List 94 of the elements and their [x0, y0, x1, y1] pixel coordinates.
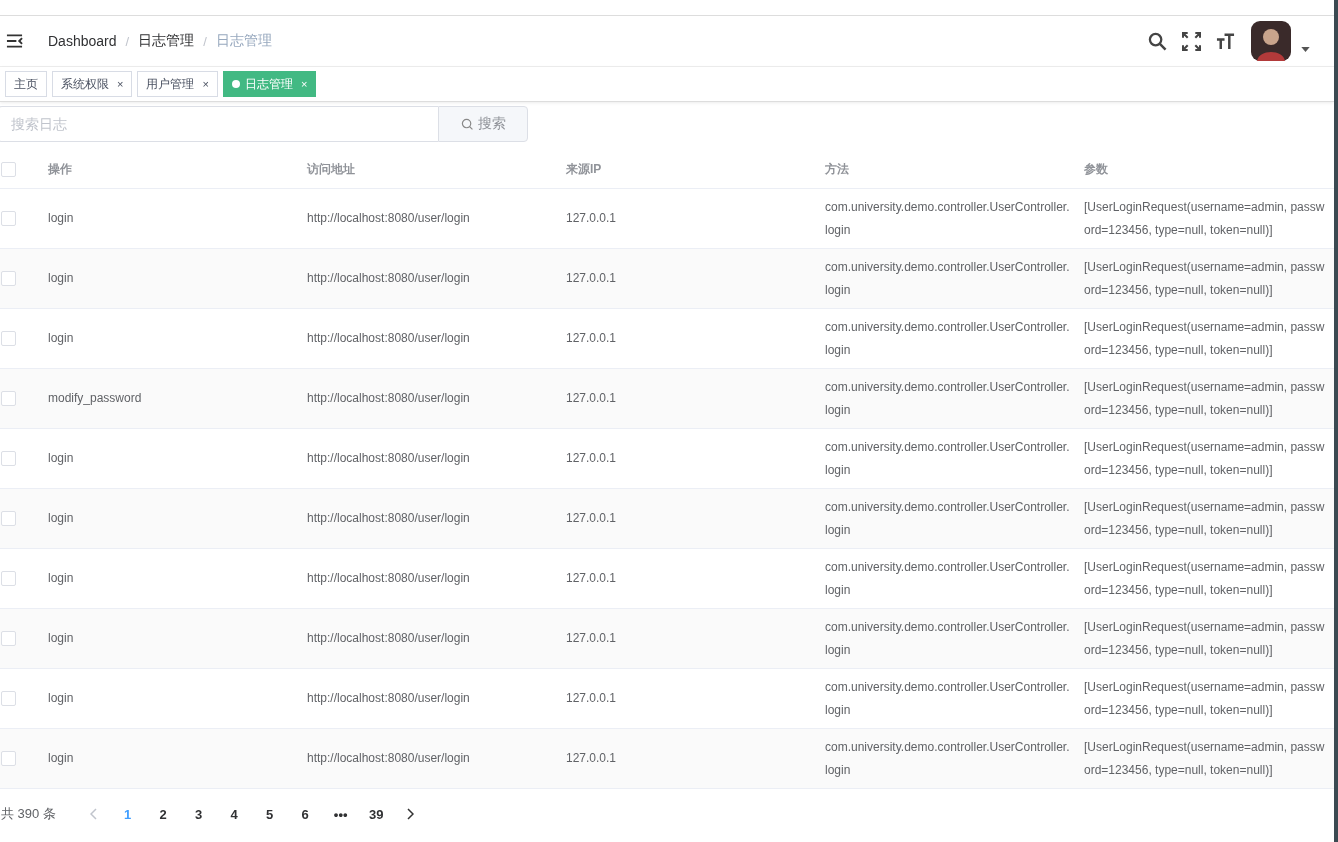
column-header: 来源IP: [566, 161, 603, 178]
table-cell: login: [48, 211, 74, 225]
table-cell: 127.0.0.1: [566, 331, 617, 345]
table-cell: 127.0.0.1: [566, 511, 617, 525]
search-icon: [460, 117, 474, 131]
close-icon[interactable]: ×: [117, 78, 124, 90]
table-cell: modify_password: [48, 391, 142, 405]
table-cell: http://localhost:8080/user/login: [307, 751, 470, 765]
table-cell: 127.0.0.1: [566, 751, 617, 765]
page-number[interactable]: 39: [358, 806, 394, 822]
page-number[interactable]: 4: [216, 806, 252, 822]
status-dot: [231, 80, 240, 88]
column-header: 方法: [825, 161, 850, 178]
breadcrumb-item[interactable]: Dashboard: [48, 33, 117, 49]
table-cell: com.university.demo.controller.UserController.login: [825, 379, 1070, 417]
breadcrumb-separator: /: [203, 33, 207, 49]
table-cell: login: [48, 571, 74, 585]
checkbox[interactable]: [1, 331, 16, 346]
next-page-icon[interactable]: [405, 808, 414, 820]
table-cell: http://localhost:8080/user/login: [307, 331, 470, 345]
breadcrumb-separator: /: [125, 33, 130, 49]
checkbox[interactable]: [1, 391, 16, 406]
close-icon[interactable]: ×: [202, 78, 209, 90]
table-cell: http://localhost:8080/user/login: [307, 691, 470, 705]
table-cell: http://localhost:8080/user/login: [307, 211, 470, 225]
breadcrumb-item[interactable]: 日志管理: [138, 32, 195, 50]
table-cell: [UserLoginRequest(username=admin, password=123456, type=null, token=null)]: [1084, 379, 1325, 417]
table-cell: com.university.demo.controller.UserController.login: [825, 199, 1070, 237]
table-cell: com.university.demo.controller.UserController.login: [825, 559, 1070, 597]
table-cell: 127.0.0.1: [566, 271, 617, 285]
page-number[interactable]: 2: [145, 806, 181, 822]
total-count: 共 390 条: [1, 805, 56, 823]
table-cell: [UserLoginRequest(username=admin, password=123456, type=null, token=null)]: [1084, 679, 1325, 717]
table-cell: login: [48, 751, 74, 765]
tab[interactable]: 用户管理 ×: [137, 71, 218, 97]
table-cell: http://localhost:8080/user/login: [307, 451, 470, 465]
checkbox[interactable]: [1, 211, 16, 226]
table-cell: [UserLoginRequest(username=admin, password=123456, type=null, token=null)]: [1084, 739, 1325, 777]
table-cell: http://localhost:8080/user/login: [307, 571, 470, 585]
table-cell: com.university.demo.controller.UserController.login: [825, 259, 1070, 297]
table-cell: login: [48, 271, 74, 285]
checkbox[interactable]: [1, 751, 16, 766]
table-cell: 127.0.0.1: [566, 691, 617, 705]
table-cell: com.university.demo.controller.UserController.login: [825, 739, 1070, 777]
font-size-icon[interactable]: [1216, 31, 1235, 51]
search-field[interactable]: 搜索日志: [0, 106, 438, 142]
column-header: 参数: [1084, 161, 1109, 178]
table-cell: com.university.demo.controller.UserController.login: [825, 619, 1070, 657]
table-cell: [UserLoginRequest(username=admin, password=123456, type=null, token=null)]: [1084, 199, 1325, 237]
tab[interactable]: 系统权限 ×: [52, 71, 133, 97]
table-cell: [UserLoginRequest(username=admin, password=123456, type=null, token=null)]: [1084, 619, 1325, 657]
table-cell: http://localhost:8080/user/login: [307, 631, 470, 645]
checkbox[interactable]: [1, 451, 16, 466]
menu-icon[interactable]: [6, 33, 23, 49]
table-cell: login: [48, 451, 74, 465]
table-cell: [UserLoginRequest(username=admin, password=123456, type=null, token=null)]: [1084, 439, 1325, 477]
table-cell: http://localhost:8080/user/login: [307, 271, 470, 285]
table-cell: [UserLoginRequest(username=admin, password=123456, type=null, token=null)]: [1084, 559, 1325, 597]
checkbox[interactable]: [1, 691, 16, 706]
table-cell: http://localhost:8080/user/login: [307, 511, 470, 525]
tab[interactable]: 主页: [5, 71, 47, 97]
checkbox[interactable]: [1, 271, 16, 286]
table-cell: [UserLoginRequest(username=admin, password=123456, type=null, token=null)]: [1084, 319, 1325, 357]
column-header: 访问地址: [307, 161, 356, 178]
search-icon[interactable]: [1148, 31, 1167, 51]
table-cell: 127.0.0.1: [566, 631, 617, 645]
page-number[interactable]: •••: [322, 806, 359, 822]
column-header: 操作: [48, 161, 73, 178]
table-cell: login: [48, 331, 74, 345]
table-cell: http://localhost:8080/user/login: [307, 391, 470, 405]
table-cell: com.university.demo.controller.UserController.login: [825, 319, 1070, 357]
table-cell: com.university.demo.controller.UserController.login: [825, 499, 1070, 537]
table-cell: login: [48, 631, 74, 645]
checkbox[interactable]: [1, 571, 16, 586]
avatar[interactable]: [1251, 21, 1291, 61]
table-cell: login: [48, 691, 74, 705]
table-cell: 127.0.0.1: [566, 571, 617, 585]
page-number[interactable]: 5: [251, 806, 288, 822]
table-cell: [UserLoginRequest(username=admin, password=123456, type=null, token=null)]: [1084, 499, 1325, 537]
table-cell: 127.0.0.1: [566, 211, 617, 225]
table-cell: login: [48, 511, 74, 525]
table-cell: [UserLoginRequest(username=admin, password=123456, type=null, token=null)]: [1084, 259, 1325, 297]
checkbox[interactable]: [1, 162, 16, 177]
caret-icon[interactable]: [1301, 46, 1310, 52]
breadcrumb-item: 日志管理: [215, 32, 272, 50]
checkbox[interactable]: [1, 631, 16, 646]
page-number[interactable]: 3: [180, 806, 217, 822]
table-cell: com.university.demo.controller.UserController.login: [825, 679, 1070, 717]
table-cell: 127.0.0.1: [566, 451, 617, 465]
fullscreen-icon[interactable]: [1182, 31, 1201, 51]
table-cell: 127.0.0.1: [566, 391, 617, 405]
checkbox[interactable]: [1, 511, 16, 526]
table-cell: com.university.demo.controller.UserController.login: [825, 439, 1070, 477]
page-number[interactable]: 6: [287, 806, 323, 822]
